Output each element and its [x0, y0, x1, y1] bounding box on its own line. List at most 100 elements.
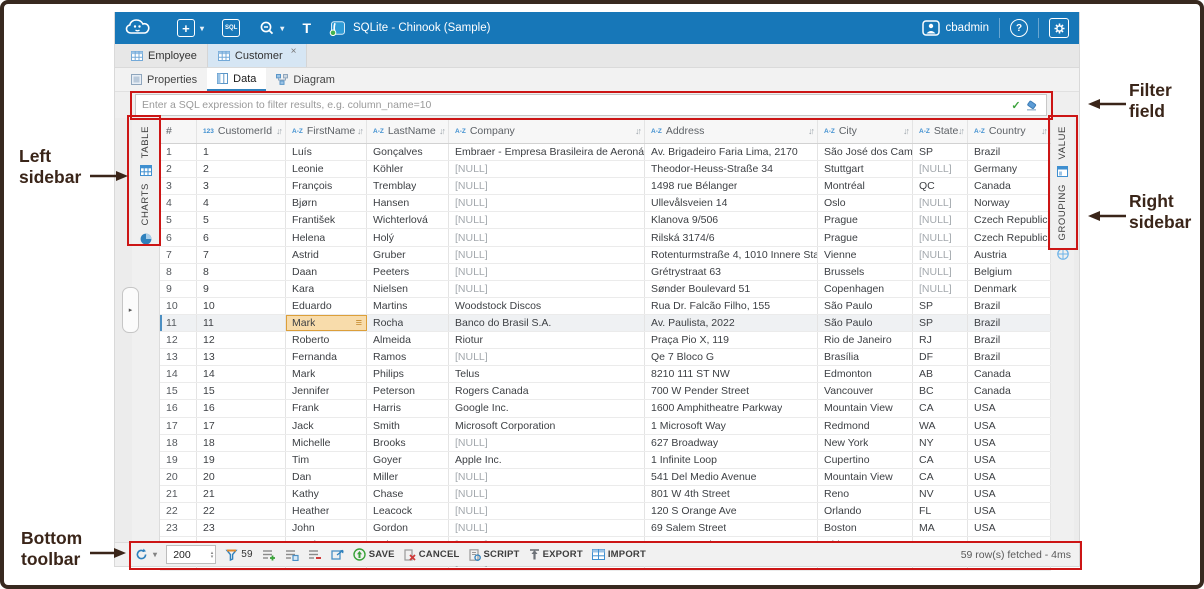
grid-cell[interactable]: Redmond: [818, 418, 913, 434]
column-header-lastname[interactable]: A-ZLastName↓↑: [367, 119, 449, 143]
column-header-city[interactable]: A-ZCity↓↑: [818, 119, 913, 143]
tab-diagram[interactable]: Diagram: [266, 68, 345, 91]
grid-cell[interactable]: Austria: [968, 247, 1051, 263]
grid-cell[interactable]: 12: [197, 332, 286, 348]
cloudbeaver-logo-icon[interactable]: [125, 17, 159, 39]
export-button[interactable]: EXPORT: [529, 549, 583, 561]
grid-cell[interactable]: Denmark: [968, 281, 1051, 297]
grid-cell[interactable]: 13: [197, 349, 286, 365]
column-header-country[interactable]: A-ZCountry↓↑: [968, 119, 1051, 143]
row-number-cell[interactable]: 10: [160, 298, 197, 314]
row-number-cell[interactable]: 7: [160, 247, 197, 263]
grid-cell[interactable]: Oslo: [818, 195, 913, 211]
grid-cell[interactable]: Brasília: [818, 349, 913, 365]
grid-cell[interactable]: Prague: [818, 212, 913, 228]
table-row[interactable]: 1111Mark≡RochaBanco do Brasil S.A.Av. Pa…: [160, 315, 1051, 332]
table-row[interactable]: 88DaanPeeters[NULL]Grétrystraat 63Brusse…: [160, 264, 1051, 281]
grid-cell[interactable]: Brazil: [968, 298, 1051, 314]
grid-cell[interactable]: [NULL]: [449, 469, 645, 485]
grid-cell[interactable]: Grétrystraat 63: [645, 264, 818, 280]
grid-cell[interactable]: Mark≡: [286, 315, 367, 331]
grid-cell[interactable]: USA: [968, 520, 1051, 536]
grid-cell[interactable]: Sønder Boulevard 51: [645, 281, 818, 297]
grid-cell[interactable]: Klanova 9/506: [645, 212, 818, 228]
close-tab-icon[interactable]: ×: [291, 46, 297, 57]
grid-cell[interactable]: Leacock: [367, 503, 449, 519]
grid-cell[interactable]: AB: [913, 366, 968, 382]
grid-cell[interactable]: MA: [913, 520, 968, 536]
grid-cell[interactable]: Kara: [286, 281, 367, 297]
grid-cell[interactable]: Roberto: [286, 332, 367, 348]
row-number-cell[interactable]: 23: [160, 520, 197, 536]
grid-cell[interactable]: Brussels: [818, 264, 913, 280]
grid-cell[interactable]: Montréal: [818, 178, 913, 194]
text-tool-button[interactable]: T: [302, 20, 311, 36]
grid-cell[interactable]: [NULL]: [913, 264, 968, 280]
grid-cell[interactable]: 1 Microsoft Way: [645, 418, 818, 434]
grid-cell[interactable]: Brazil: [968, 144, 1051, 160]
column-header-firstname[interactable]: A-ZFirstName↓↑: [286, 119, 367, 143]
grid-cell[interactable]: Jennifer: [286, 383, 367, 399]
grid-cell[interactable]: Gordon: [367, 520, 449, 536]
grid-cell[interactable]: USA: [968, 400, 1051, 416]
grid-cell[interactable]: Cupertino: [818, 452, 913, 468]
grid-cell[interactable]: São Paulo: [818, 315, 913, 331]
sql-editor-button[interactable]: SQL: [222, 19, 240, 37]
grid-cell[interactable]: RJ: [913, 332, 968, 348]
add-row-button[interactable]: [262, 549, 276, 561]
grid-cell[interactable]: USA: [968, 452, 1051, 468]
grid-cell[interactable]: Brazil: [968, 349, 1051, 365]
grid-cell[interactable]: Köhler: [367, 161, 449, 177]
grid-cell[interactable]: Philips: [367, 366, 449, 382]
grid-cell[interactable]: Bjørn: [286, 195, 367, 211]
grid-cell[interactable]: Canada: [968, 366, 1051, 382]
table-row[interactable]: 2323JohnGordon[NULL]69 Salem StreetBosto…: [160, 520, 1051, 537]
sort-arrows-icon[interactable]: ↓↑: [439, 126, 444, 136]
table-row[interactable]: 99KaraNielsen[NULL]Sønder Boulevard 51Co…: [160, 281, 1051, 298]
grid-cell[interactable]: 6: [197, 229, 286, 245]
grid-cell[interactable]: Czech Republic: [968, 212, 1051, 228]
row-number-cell[interactable]: 14: [160, 366, 197, 382]
grid-cell[interactable]: 17: [197, 418, 286, 434]
grid-cell[interactable]: Google Inc.: [449, 400, 645, 416]
grid-cell[interactable]: Heather: [286, 503, 367, 519]
grid-cell[interactable]: Norway: [968, 195, 1051, 211]
table-row[interactable]: 11LuísGonçalvesEmbraer - Empresa Brasile…: [160, 144, 1051, 161]
duplicate-row-button[interactable]: [285, 549, 299, 561]
table-row[interactable]: 1010EduardoMartinsWoodstock DiscosRua Dr…: [160, 298, 1051, 315]
grid-cell[interactable]: Vienne: [818, 247, 913, 263]
value-panel-icon[interactable]: [1057, 166, 1068, 177]
grid-cell[interactable]: São Paulo: [818, 298, 913, 314]
grid-cell[interactable]: NV: [913, 486, 968, 502]
grid-cell[interactable]: Orlando: [818, 503, 913, 519]
cell-menu-icon[interactable]: ≡: [356, 317, 362, 329]
table-row[interactable]: 1212RobertoAlmeidaRioturPraça Pio X, 119…: [160, 332, 1051, 349]
grid-cell[interactable]: [NULL]: [913, 195, 968, 211]
grid-cell[interactable]: Qe 7 Bloco G: [645, 349, 818, 365]
grid-cell[interactable]: 9: [197, 281, 286, 297]
row-number-cell[interactable]: 16: [160, 400, 197, 416]
panel-expand-handle[interactable]: ▸: [122, 287, 139, 333]
column-header-num[interactable]: #: [160, 119, 197, 143]
grid-cell[interactable]: Leonie: [286, 161, 367, 177]
row-number-cell[interactable]: 22: [160, 503, 197, 519]
grid-cell[interactable]: [NULL]: [449, 178, 645, 194]
new-connection-button[interactable]: + ▾: [177, 19, 204, 37]
pie-chart-icon[interactable]: [140, 233, 152, 245]
driver-manager-button[interactable]: ▾: [258, 20, 284, 37]
grid-cell[interactable]: SP: [913, 144, 968, 160]
grid-cell[interactable]: Dan: [286, 469, 367, 485]
table-row[interactable]: 1919TimGoyerApple Inc.1 Infinite LoopCup…: [160, 452, 1051, 469]
row-number-cell[interactable]: 4: [160, 195, 197, 211]
grid-cell[interactable]: Mountain View: [818, 469, 913, 485]
table-row[interactable]: 22LeonieKöhler[NULL]Theodor-Heuss-Straße…: [160, 161, 1051, 178]
grid-cell[interactable]: Rocha: [367, 315, 449, 331]
table-row[interactable]: 1717JackSmithMicrosoft Corporation1 Micr…: [160, 418, 1051, 435]
grid-cell[interactable]: Woodstock Discos: [449, 298, 645, 314]
grid-cell[interactable]: USA: [968, 469, 1051, 485]
grid-cell[interactable]: 15: [197, 383, 286, 399]
grid-cell[interactable]: 23: [197, 520, 286, 536]
grid-cell[interactable]: Hansen: [367, 195, 449, 211]
column-header-address[interactable]: A-ZAddress↓↑: [645, 119, 818, 143]
table-row[interactable]: 1616FrankHarrisGoogle Inc.1600 Amphithea…: [160, 400, 1051, 417]
